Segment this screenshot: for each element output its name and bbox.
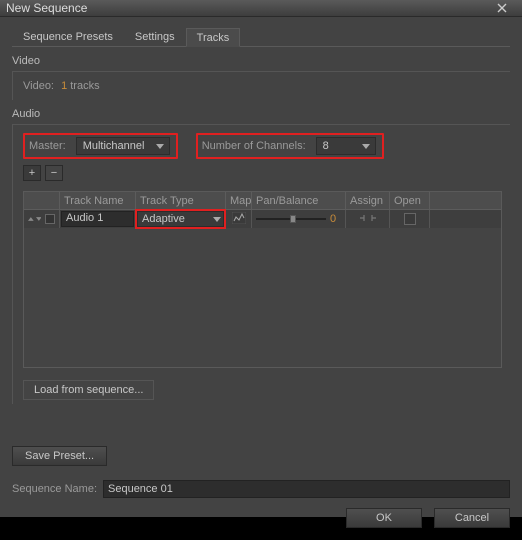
tab-bar: Sequence Presets Settings Tracks <box>12 27 510 47</box>
sequence-name-field[interactable]: Sequence 01 <box>103 480 510 498</box>
dialog-footer: OK Cancel <box>12 498 510 528</box>
video-section-title: Video <box>12 55 510 67</box>
ok-button[interactable]: OK <box>346 508 422 528</box>
window-title: New Sequence <box>6 1 488 15</box>
close-icon[interactable] <box>488 0 516 16</box>
master-label: Master: <box>29 140 66 152</box>
tab-settings[interactable]: Settings <box>124 27 186 46</box>
audio-section: Audio Master: Multichannel Number of Cha… <box>12 108 510 404</box>
sequence-name-row: Sequence Name: Sequence 01 <box>12 480 510 498</box>
audio-section-title: Audio <box>12 108 510 120</box>
titlebar: New Sequence <box>0 0 522 17</box>
add-track-button[interactable]: + <box>23 165 41 181</box>
row-toggle[interactable] <box>45 214 55 224</box>
sequence-name-label: Sequence Name: <box>12 483 97 495</box>
channels-select[interactable]: 8 <box>316 137 376 155</box>
col-map: Map <box>226 192 252 209</box>
new-sequence-dialog: New Sequence Sequence Presets Settings T… <box>0 0 522 517</box>
video-label: Video: <box>23 80 54 92</box>
col-pan: Pan/Balance <box>252 192 346 209</box>
video-section: Video Video: 1 tracks <box>12 55 510 100</box>
track-name-field[interactable]: Audio 1 <box>61 211 134 227</box>
chevron-down-icon <box>213 213 221 225</box>
channels-label: Number of Channels: <box>202 140 306 152</box>
load-from-sequence-button[interactable]: Load from sequence... <box>23 380 154 400</box>
audio-track-list: Track Name Track Type Map Pan/Balance As… <box>23 191 502 368</box>
pan-slider[interactable] <box>256 213 326 225</box>
table-row: Audio 1 Adaptive <box>24 210 501 228</box>
master-select[interactable]: Multichannel <box>76 137 170 155</box>
track-type-select[interactable]: Adaptive <box>137 211 224 227</box>
col-open: Open <box>390 192 430 209</box>
video-suffix: tracks <box>70 80 99 92</box>
tab-sequence-presets[interactable]: Sequence Presets <box>12 27 124 46</box>
master-group-highlight: Master: Multichannel <box>23 133 178 159</box>
chevron-down-icon <box>155 144 165 149</box>
row-reorder-handle[interactable] <box>24 210 60 228</box>
chevron-down-icon <box>361 144 371 149</box>
assign-icon[interactable] <box>359 213 377 226</box>
col-assign: Assign <box>346 192 390 209</box>
video-track-count[interactable]: 1 <box>61 80 67 92</box>
save-preset-button[interactable]: Save Preset... <box>12 446 107 466</box>
channels-group-highlight: Number of Channels: 8 <box>196 133 384 159</box>
open-checkbox[interactable] <box>404 213 416 225</box>
cancel-button[interactable]: Cancel <box>434 508 510 528</box>
col-track-name: Track Name <box>60 192 136 209</box>
channel-map-icon[interactable] <box>232 212 246 227</box>
tab-tracks[interactable]: Tracks <box>186 28 241 47</box>
track-header-row: Track Name Track Type Map Pan/Balance As… <box>24 192 501 210</box>
pan-value[interactable]: 0 <box>330 213 336 225</box>
remove-track-button: − <box>45 165 63 181</box>
col-track-type: Track Type <box>136 192 226 209</box>
